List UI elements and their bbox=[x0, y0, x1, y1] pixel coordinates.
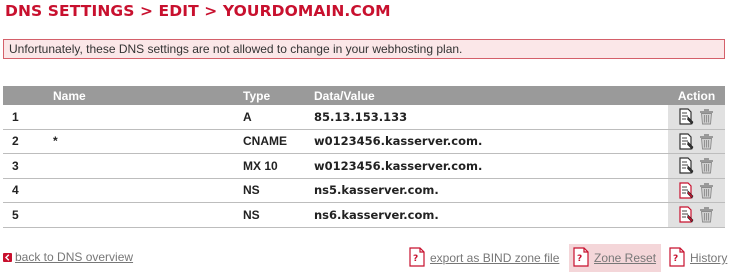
row-data: w0123456.kasserver.com. bbox=[314, 134, 483, 149]
row-type: NS bbox=[243, 183, 260, 198]
edit-document-icon[interactable] bbox=[678, 108, 695, 125]
export-label: export as BIND zone file bbox=[430, 251, 560, 265]
header-action: Action bbox=[668, 86, 725, 105]
history-label: History bbox=[690, 251, 728, 265]
trash-icon[interactable] bbox=[698, 108, 715, 125]
row-actions bbox=[668, 105, 725, 129]
row-data: 85.13.153.133 bbox=[314, 109, 408, 124]
table-row: 4 NS ns5.kasserver.com. bbox=[3, 178, 725, 203]
edit-document-icon[interactable] bbox=[678, 133, 695, 150]
footer-bar: back to DNS overview ? export as BIND zo… bbox=[0, 244, 730, 274]
document-question-icon: ? bbox=[668, 246, 686, 270]
row-actions bbox=[668, 129, 725, 153]
svg-text:?: ? bbox=[413, 254, 418, 264]
trash-icon[interactable] bbox=[698, 133, 715, 150]
edit-document-icon[interactable] bbox=[678, 157, 695, 174]
table-header: Name Type Data/Value Action bbox=[3, 86, 725, 105]
header-type: Type bbox=[243, 88, 271, 103]
trash-icon[interactable] bbox=[698, 157, 715, 174]
row-actions bbox=[668, 178, 725, 202]
row-name: * bbox=[53, 134, 58, 149]
row-data: w0123456.kasserver.com. bbox=[314, 158, 483, 173]
permission-alert: Unfortunately, these DNS settings are no… bbox=[3, 39, 725, 59]
zone-reset-button[interactable]: ? Zone Reset bbox=[569, 244, 661, 272]
row-num: 5 bbox=[12, 207, 19, 222]
row-type: CNAME bbox=[243, 134, 287, 149]
back-link-label: back to DNS overview bbox=[15, 250, 134, 264]
table-row: 5 NS ns6.kasserver.com. bbox=[3, 203, 725, 228]
row-data: ns5.kasserver.com. bbox=[314, 183, 439, 198]
row-num: 1 bbox=[12, 109, 19, 124]
reset-label: Zone Reset bbox=[594, 251, 657, 265]
row-type: MX 10 bbox=[243, 158, 278, 173]
row-num: 2 bbox=[12, 134, 19, 149]
back-to-overview-link[interactable]: back to DNS overview bbox=[3, 250, 133, 264]
row-type: A bbox=[243, 109, 252, 124]
row-num: 4 bbox=[12, 183, 19, 198]
trash-icon[interactable] bbox=[698, 182, 715, 199]
edit-document-icon[interactable] bbox=[678, 206, 695, 223]
document-question-icon: ? bbox=[572, 246, 590, 270]
history-link[interactable]: ? History bbox=[665, 244, 730, 272]
table-row: 2 * CNAME w0123456.kasserver.com. bbox=[3, 129, 725, 154]
trash-icon[interactable] bbox=[698, 206, 715, 223]
header-data: Data/Value bbox=[314, 88, 375, 103]
arrow-left-icon bbox=[3, 252, 12, 262]
row-type: NS bbox=[243, 207, 260, 222]
row-data: ns6.kasserver.com. bbox=[314, 207, 439, 222]
header-name: Name bbox=[53, 88, 86, 103]
document-question-icon: ? bbox=[408, 246, 426, 270]
table-row: 3 MX 10 w0123456.kasserver.com. bbox=[3, 154, 725, 179]
row-num: 3 bbox=[12, 158, 19, 173]
row-actions bbox=[668, 203, 725, 227]
row-actions bbox=[668, 154, 725, 178]
table-row: 1 A 85.13.153.133 bbox=[3, 105, 725, 130]
edit-document-icon[interactable] bbox=[678, 182, 695, 199]
page-title: DNS SETTINGS > EDIT > YOURDOMAIN.COM bbox=[5, 2, 391, 20]
export-bind-link[interactable]: ? export as BIND zone file bbox=[405, 244, 562, 272]
svg-text:?: ? bbox=[673, 254, 678, 264]
alert-text: Unfortunately, these DNS settings are no… bbox=[9, 42, 463, 56]
dns-records-table: Name Type Data/Value Action 1 A 85.13.153.… bbox=[3, 86, 725, 228]
svg-text:?: ? bbox=[577, 254, 582, 264]
